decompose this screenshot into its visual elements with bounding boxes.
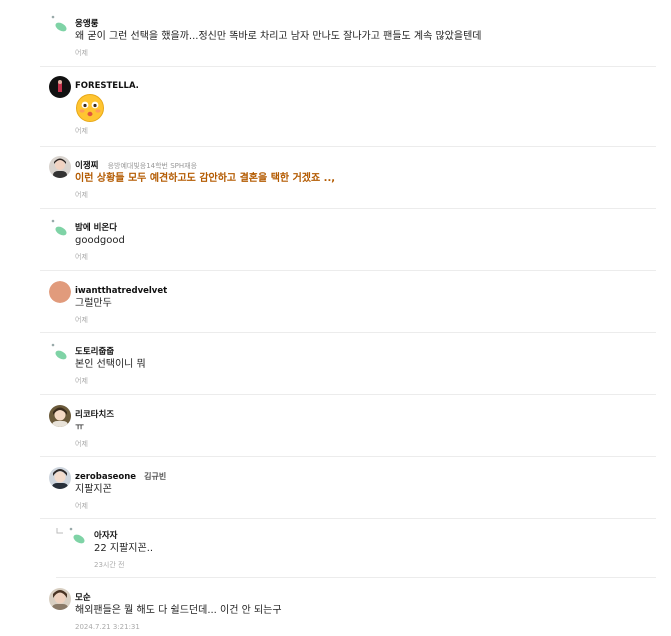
comment-divider (40, 332, 656, 333)
comment-divider (40, 394, 656, 395)
comment-date: 어제 (75, 49, 88, 57)
comment-author[interactable]: 이쟁찌 (75, 161, 98, 171)
reply-arrow-icon (56, 528, 63, 534)
leaf-icon (68, 526, 90, 548)
comment-date: 어제 (75, 502, 88, 510)
comment-text: 해외팬들은 뭘 해도 다 쉴드던데... 이건 안 되는구 (75, 605, 282, 616)
avatar[interactable] (49, 281, 71, 303)
comment-text: 그럴만두 (75, 298, 112, 309)
comment-author[interactable]: iwantthatredvelvet (75, 286, 167, 296)
comment-date: 어제 (75, 127, 88, 135)
avatar[interactable] (49, 76, 71, 98)
comment-author[interactable]: 아자자 (94, 531, 117, 541)
comment-author[interactable]: zerobaseone (75, 472, 136, 482)
avatar[interactable] (49, 405, 71, 427)
comment-text: 지팔지꼰 (75, 484, 112, 495)
comment-divider (40, 146, 656, 147)
avatar[interactable] (49, 156, 71, 178)
comment-date: 어제 (75, 191, 88, 199)
comment-text: ㅠ (75, 422, 85, 433)
comment-date: 어제 (75, 377, 88, 385)
comment-author-subname: 김규빈 (144, 472, 167, 481)
comment-author[interactable]: 리코타치즈 (75, 410, 114, 420)
leaf-icon (50, 342, 72, 364)
comment-text: 이런 상황들 모두 예견하고도 감안하고 결혼을 택한 거겠죠 .., (75, 173, 336, 184)
comment-date: 2024.7.21 3:21:31 (75, 623, 140, 631)
comment-date: 23시간 전 (94, 561, 125, 569)
comment-text: 왜 굳이 그런 선택을 했을까...정신만 똑바로 차리고 남자 만나도 잘나가… (75, 31, 482, 42)
comment-divider (40, 456, 656, 457)
avatar[interactable] (49, 467, 71, 489)
comment-divider (40, 270, 656, 271)
comment-author[interactable]: 웅앵룽 (75, 19, 98, 29)
comment-author[interactable]: 도토리줍줍 (75, 347, 114, 357)
member-badge: 응방예대빛응14학번 SPH재응 (107, 162, 198, 170)
comment-divider (40, 66, 656, 67)
leaf-icon (50, 218, 72, 240)
flushed-face-emoticon (75, 93, 105, 123)
comment-divider (40, 208, 656, 209)
comment-text: goodgood (75, 235, 125, 246)
comment-date: 어제 (75, 316, 88, 324)
comment-author[interactable]: 모순 (75, 593, 91, 603)
comment-divider (40, 518, 656, 519)
comment-author[interactable]: 밤에 비온다 (75, 223, 117, 233)
avatar[interactable] (49, 588, 71, 610)
comment-text: 22 지팔지꼰.. (94, 543, 154, 554)
comment-list: 웅앵룽 왜 굳이 그런 선택을 했을까...정신만 똑바로 차리고 남자 만나도… (0, 0, 671, 636)
comment-author[interactable]: FORESTELLA. (75, 81, 139, 91)
comment-date: 어제 (75, 440, 88, 448)
comment-text: 본인 선택이니 뭐 (75, 359, 146, 370)
comment-divider (56, 577, 656, 578)
comment-date: 어제 (75, 253, 88, 261)
leaf-icon (50, 14, 72, 36)
